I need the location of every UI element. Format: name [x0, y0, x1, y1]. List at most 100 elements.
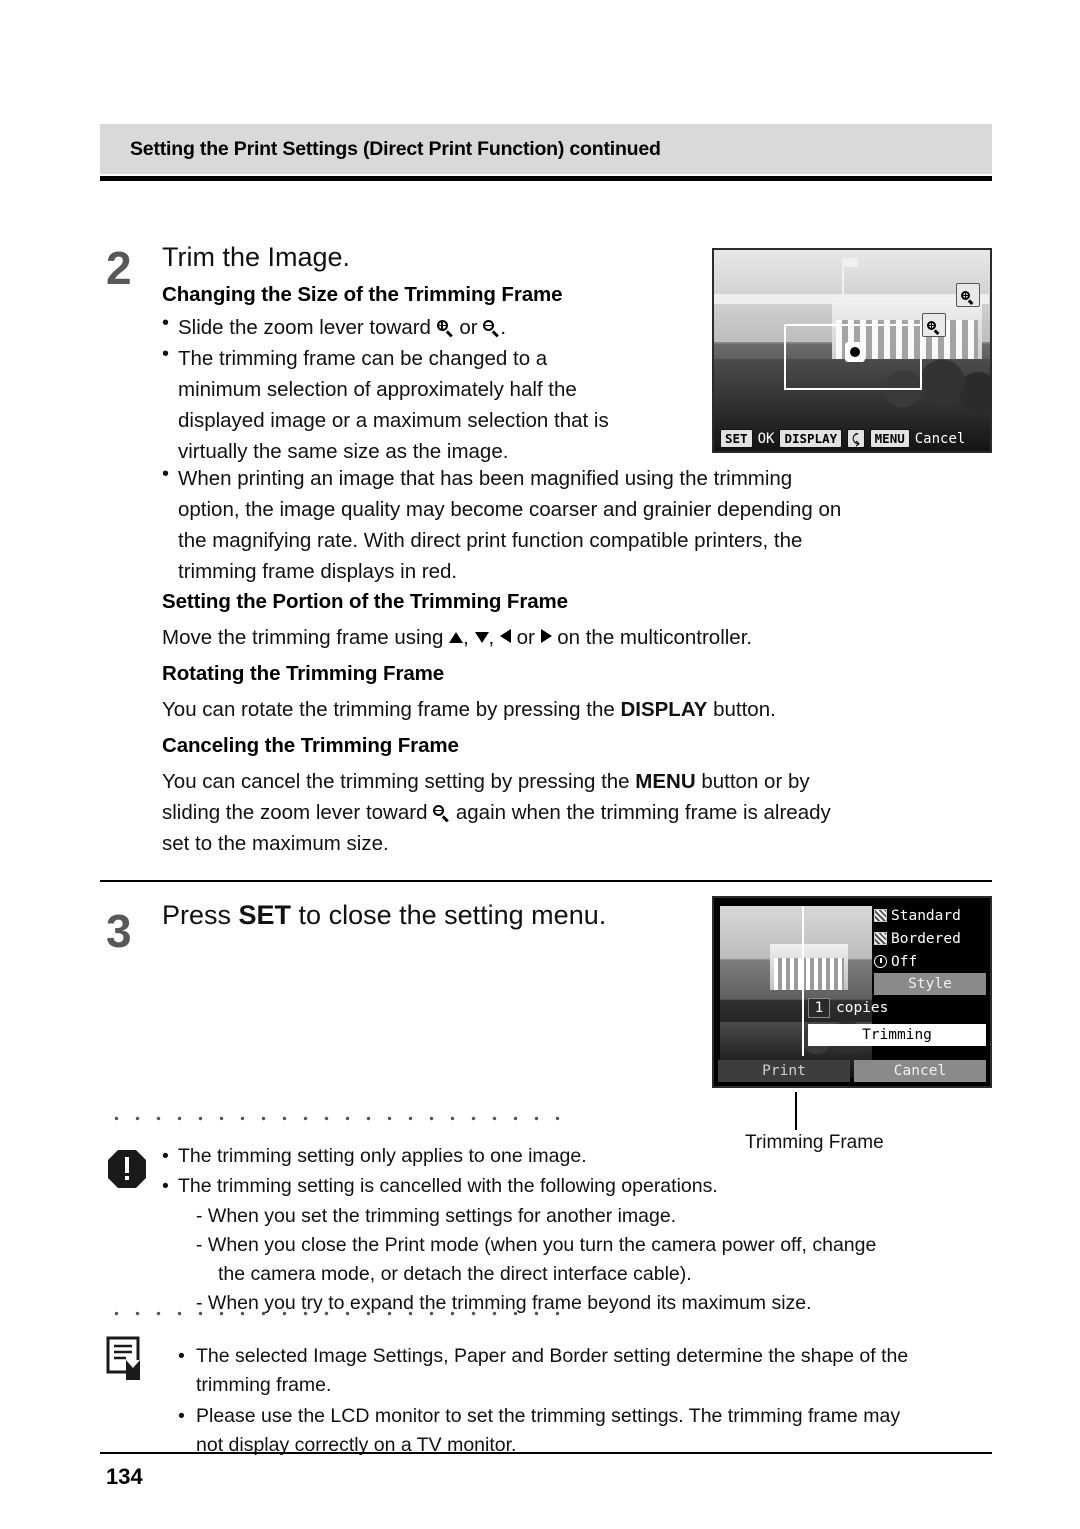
note-text: The trimming setting only applies to one…	[178, 1145, 587, 1167]
menu-row-off[interactable]: Off	[874, 950, 986, 973]
menu-trimming-bar[interactable]: Trimming	[808, 1024, 986, 1046]
note-text: The trimming setting is cancelled with t…	[178, 1175, 718, 1197]
rotate-icon: ⤹	[847, 429, 865, 448]
multicontroller-indicator	[845, 342, 865, 362]
bullet-dot: •	[162, 312, 170, 334]
note-line: not display correctly on a TV monitor.	[196, 1434, 517, 1456]
bullet-slide-zoom-lever: Slide the zoom lever toward or .	[178, 312, 698, 343]
step-3-number: 3	[106, 905, 132, 957]
header-rule	[100, 176, 992, 181]
line-part: You can cancel the trimming setting by p…	[162, 770, 636, 793]
page-header-bar: Setting the Print Settings (Direct Print…	[100, 124, 992, 174]
line-part: ,	[488, 626, 500, 649]
menu-key-label: Cancel	[914, 430, 966, 447]
note-line: • The trimming setting is cancelled with …	[162, 1172, 988, 1201]
copies-label: copies	[836, 1000, 889, 1016]
bullet-text-part: Slide the zoom lever toward	[178, 316, 431, 339]
print-settings-menu: Standard Bordered Off Style	[874, 904, 986, 995]
subheading-setting-portion: Setting the Portion of the Trimming Fram…	[162, 590, 568, 613]
text-setting-portion: Move the trimming frame using , , or on …	[162, 622, 992, 653]
subheading-rotating: Rotating the Trimming Frame	[162, 662, 445, 685]
footer-divider	[100, 1452, 992, 1454]
text-canceling: You can cancel the trimming setting by p…	[162, 766, 1002, 859]
dotted-rule-bottom	[106, 1311, 566, 1316]
line-part: on the multicontroller.	[551, 626, 753, 649]
dotted-rule-top	[106, 1116, 566, 1121]
line: sliding the zoom lever toward again when…	[162, 797, 1002, 828]
document-page: Setting the Print Settings (Direct Print…	[0, 0, 1080, 1529]
copies-count[interactable]: 1	[808, 998, 830, 1018]
line-part: button or by	[695, 770, 810, 793]
text-rotating: You can rotate the trimming frame by pre…	[162, 694, 992, 725]
magnify-icon	[927, 318, 940, 335]
note-line: - When you close the Print mode (when yo…	[196, 1234, 877, 1256]
line: The trimming frame can be changed to a	[178, 347, 548, 370]
bullet-dot: •	[162, 1175, 169, 1197]
line-part: ,	[463, 626, 475, 649]
pattern-swatch-icon	[874, 932, 887, 945]
display-button-name: DISPLAY	[620, 698, 708, 721]
menu-row-bordered[interactable]: Bordered	[874, 927, 986, 950]
menu-row-label: Bordered	[891, 930, 961, 947]
magnify-plus-icon	[436, 320, 454, 338]
note-line: • Please use the LCD monitor to set the t…	[178, 1402, 996, 1431]
line: minimum selection of approximately half …	[178, 378, 577, 401]
magnify-icon	[961, 288, 974, 305]
line: the magnifying rate. With direct print f…	[178, 529, 803, 552]
bullet-image-quality-warning: When printing an image that has been mag…	[178, 463, 988, 587]
menu-key-badge: MENU	[869, 429, 910, 448]
line-part: button.	[707, 698, 776, 721]
bullet-text-part: or	[459, 316, 478, 339]
menu-row-standard[interactable]: Standard	[874, 904, 986, 927]
set-key-badge: SET	[720, 429, 753, 448]
bullet-frame-size-range: The trimming frame can be changed to a m…	[178, 343, 698, 467]
bullet-dot: •	[178, 1345, 185, 1367]
step-2-number: 2	[106, 242, 132, 294]
line-part: You can rotate the trimming frame by pre…	[162, 698, 621, 721]
set-button-name: SET	[238, 900, 292, 930]
bullet-dot: •	[178, 1405, 185, 1427]
print-button[interactable]: Print	[718, 1060, 850, 1082]
arrow-left-icon	[499, 629, 511, 643]
line-part: Move the trimming frame using	[162, 626, 450, 649]
trimming-frame-line	[802, 906, 804, 1056]
lcd-print-menu-screenshot: Standard Bordered Off Style 1 copies Tri…	[712, 896, 992, 1088]
menu-style-bar[interactable]: Style	[874, 973, 986, 995]
bullet-dot: •	[162, 463, 170, 485]
menu-photo-columns	[774, 958, 844, 990]
line: You can cancel the trimming setting by p…	[162, 766, 1002, 797]
magnify-badge-top	[956, 283, 980, 307]
lcd-button-bar: SET OK DISPLAY ⤹ MENU Cancel	[714, 429, 990, 448]
bullet-dot: •	[162, 1145, 169, 1167]
menu-button-name: MENU	[635, 770, 696, 793]
line-part: again when the trimming frame is already	[450, 801, 831, 824]
subheading-canceling: Canceling the Trimming Frame	[162, 734, 459, 757]
menu-row-label: Standard	[891, 907, 961, 924]
menu-bottom-buttons: Print Cancel	[718, 1060, 986, 1082]
bullet-dot: •	[162, 343, 170, 365]
warning-notes-2: • The trimming setting is cancelled with …	[162, 1172, 988, 1201]
photo-flag	[844, 258, 858, 267]
line-part: sliding the zoom lever toward	[162, 801, 434, 824]
menu-row-label: Off	[891, 953, 918, 970]
page-number: 134	[106, 1464, 143, 1489]
line: set to the maximum size.	[162, 832, 389, 855]
magnify-minus-icon	[433, 805, 450, 823]
magnify-minus-icon	[483, 320, 500, 338]
note-book-icon	[106, 1336, 148, 1382]
info-notes-1: • The selected Image Settings, Paper and …	[178, 1342, 996, 1400]
cancel-button[interactable]: Cancel	[854, 1060, 986, 1082]
line: When printing an image that has been mag…	[178, 467, 793, 490]
menu-copies-row[interactable]: 1 copies	[808, 997, 986, 1019]
page-header-title: Setting the Print Settings (Direct Print…	[130, 137, 661, 160]
arrow-down-icon	[474, 632, 489, 643]
note-text: Please use the LCD monitor to set the tr…	[196, 1405, 901, 1427]
bullet-text-part: .	[500, 316, 507, 339]
warning-sub-notes: - When you set the trimming settings for…	[196, 1202, 986, 1318]
subheading-changing-size: Changing the Size of the Trimming Frame	[162, 283, 563, 306]
warning-icon	[106, 1148, 148, 1190]
note-line: • The trimming setting only applies to on…	[162, 1142, 988, 1171]
warning-notes: • The trimming setting only applies to on…	[162, 1142, 988, 1171]
note-line: the camera mode, or detach the direct in…	[218, 1263, 692, 1285]
line: displayed image or a maximum selection t…	[178, 409, 609, 432]
